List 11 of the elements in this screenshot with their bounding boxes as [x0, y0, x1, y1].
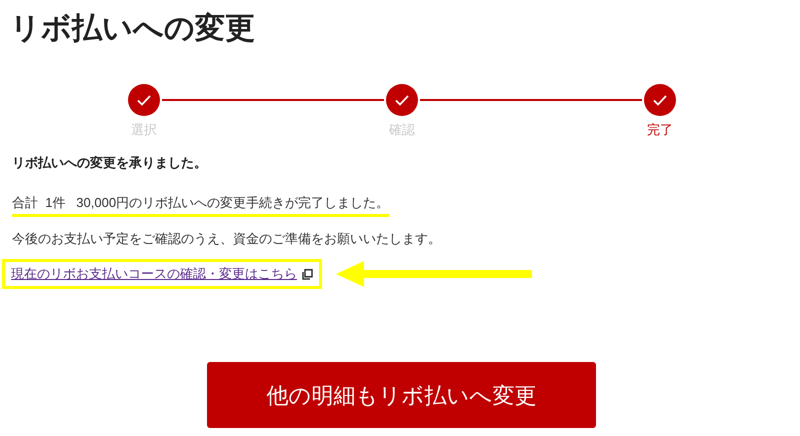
- confirmation-heading: リボ払いへの変更を承りました。: [12, 154, 207, 172]
- external-link-icon: [302, 268, 313, 280]
- step-label: 完了: [647, 121, 673, 139]
- page-title: リボ払いへの変更: [10, 10, 255, 47]
- check-icon: [137, 94, 151, 106]
- change-button[interactable]: 他の明細もリボ払いへ変更: [207, 362, 596, 428]
- course-link[interactable]: 現在のリボお支払いコースの確認・変更はこちら: [11, 264, 297, 284]
- check-icon: [653, 94, 667, 106]
- notice-text: 今後のお支払い予定をご確認のうえ、資金のご準備をお願いいたします。: [12, 230, 441, 248]
- summary-text: 合計 1件 30,000円のリボ払いへの変更手続きが完了しました。: [12, 193, 390, 217]
- check-icon: [395, 94, 409, 106]
